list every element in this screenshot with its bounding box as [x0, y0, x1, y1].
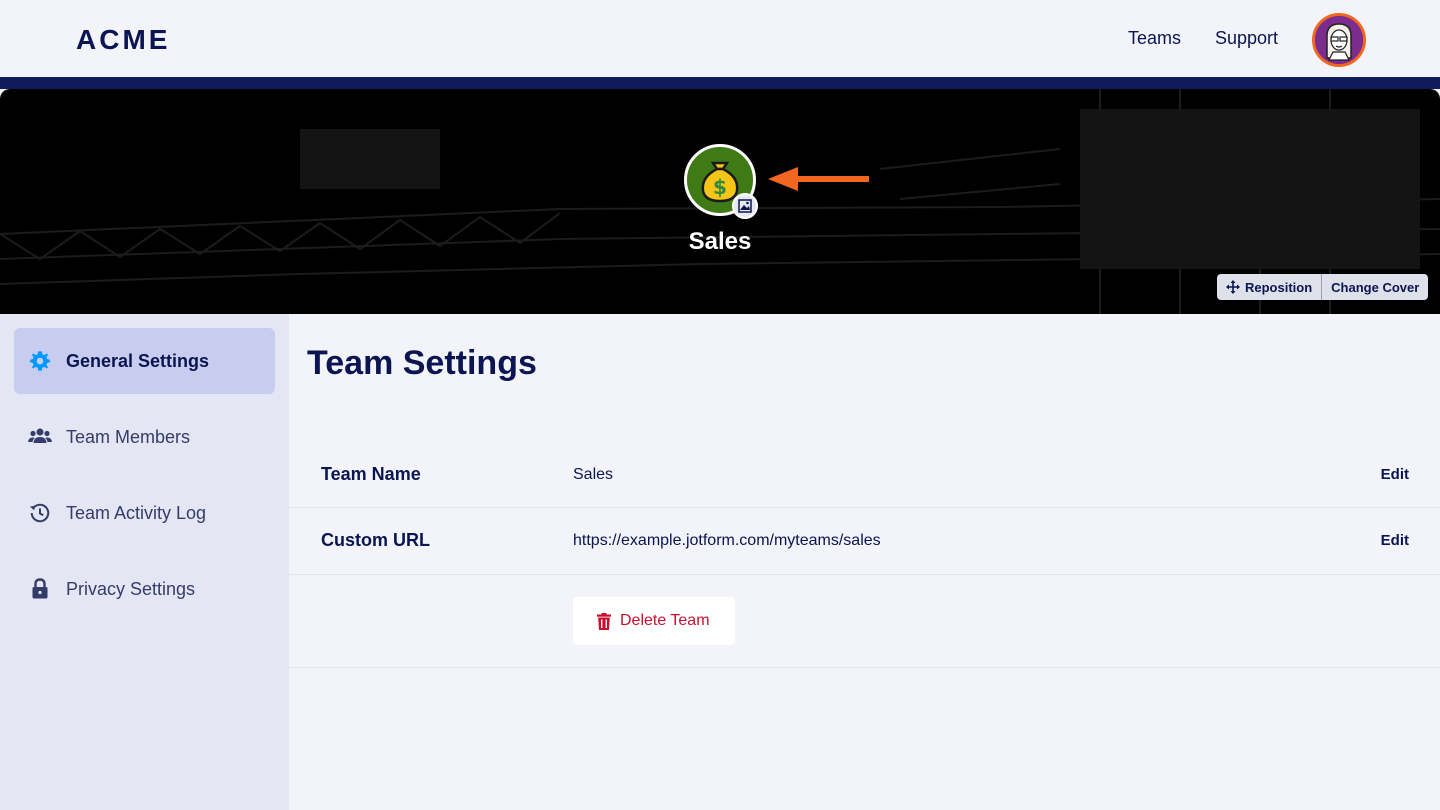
- change-cover-label: Change Cover: [1331, 279, 1420, 295]
- reposition-label: Reposition: [1245, 279, 1313, 295]
- danger-zone-row: Delete Team: [289, 575, 1440, 668]
- arrow-annotation-icon: [768, 167, 869, 191]
- svg-text:$: $: [713, 175, 727, 199]
- change-cover-button[interactable]: Change Cover: [1321, 274, 1429, 300]
- delete-team-label: Delete Team: [620, 612, 710, 629]
- sidebar-item-label: Privacy Settings: [66, 578, 196, 599]
- team-name-value: Sales: [573, 466, 614, 483]
- row-label: Custom URL: [321, 530, 430, 550]
- user-avatar[interactable]: [1312, 13, 1366, 67]
- sidebar-item-team-activity-log[interactable]: Team Activity Log: [14, 480, 275, 546]
- acme-logo[interactable]: ACME: [76, 24, 170, 56]
- users-icon: [28, 425, 52, 449]
- top-header: ACME Teams Support: [0, 0, 1440, 77]
- custom-url-row: Custom URL https://example.jotform.com/m…: [289, 508, 1440, 575]
- sidebar-item-label: Team Activity Log: [66, 502, 207, 523]
- team-name-title: Sales: [688, 228, 752, 255]
- gear-icon: [28, 349, 52, 373]
- edit-team-name-button[interactable]: Edit: [1381, 466, 1409, 483]
- reposition-button[interactable]: Reposition: [1217, 274, 1322, 300]
- cover-actions: Reposition Change Cover: [1217, 274, 1429, 300]
- team-cover: $ Sales Reposition Change Cover: [0, 89, 1440, 314]
- user-avatar-illustration: [1315, 16, 1363, 64]
- settings-sidebar: General Settings Team Members Team Activ…: [0, 314, 289, 810]
- header-divider-strip: [0, 77, 1440, 89]
- history-icon: [28, 501, 52, 525]
- row-label: Team Name: [321, 464, 421, 484]
- sidebar-item-label: General Settings: [66, 350, 210, 371]
- sidebar-item-label: Team Members: [66, 426, 191, 447]
- sidebar-item-privacy-settings[interactable]: Privacy Settings: [14, 556, 275, 622]
- page-title: Team Settings: [307, 344, 537, 382]
- edit-custom-url-button[interactable]: Edit: [1381, 532, 1409, 549]
- nav-support-link[interactable]: Support: [1215, 28, 1278, 49]
- image-icon: [738, 199, 752, 213]
- team-name-row: Team Name Sales Edit: [289, 441, 1440, 508]
- sidebar-item-team-members[interactable]: Team Members: [14, 404, 275, 470]
- lock-icon: [28, 577, 52, 601]
- custom-url-value: https://example.jotform.com/myteams/sale…: [573, 532, 881, 549]
- change-avatar-button[interactable]: [732, 193, 758, 219]
- delete-team-button[interactable]: Delete Team: [573, 597, 735, 645]
- move-icon: [1226, 280, 1240, 294]
- sidebar-item-general-settings[interactable]: General Settings: [14, 328, 275, 394]
- nav-teams-link[interactable]: Teams: [1128, 28, 1181, 49]
- trash-icon: [597, 612, 611, 630]
